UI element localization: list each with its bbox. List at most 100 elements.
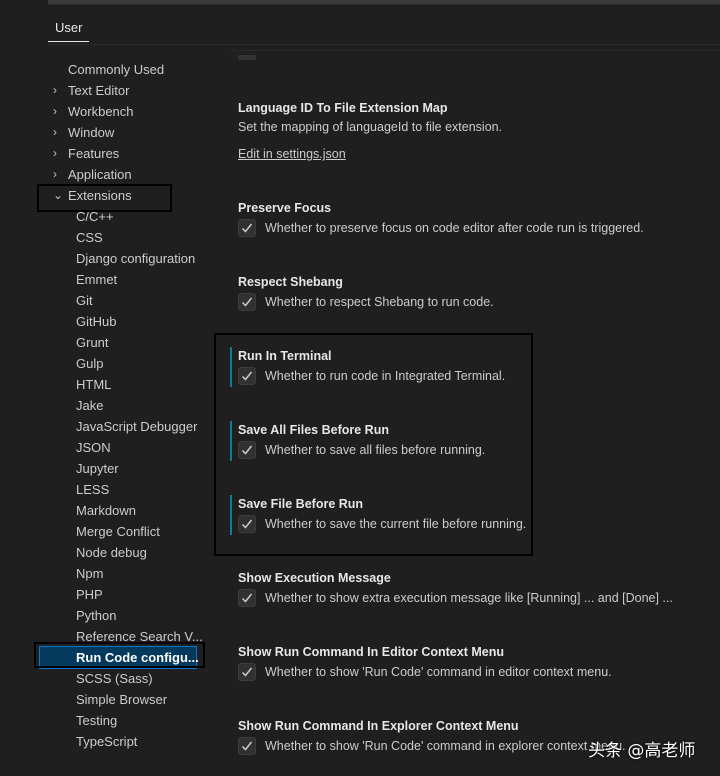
sidebar-item-label: Testing bbox=[76, 713, 118, 728]
setting-row: Whether to respect Shebang to run code. bbox=[238, 291, 708, 313]
setting-title: Language ID To File Extension Map bbox=[238, 101, 448, 115]
setting-show-execution-message: Show Execution Message Whether to show ex… bbox=[238, 569, 708, 609]
sidebar-ext-javascript-debugger[interactable]: JavaScript Debugger bbox=[40, 416, 210, 437]
setting-title: Preserve Focus bbox=[238, 201, 332, 215]
check-icon bbox=[241, 519, 253, 529]
setting-title: Respect Shebang bbox=[238, 275, 343, 289]
sidebar-item-label: Simple Browser bbox=[76, 692, 168, 707]
sidebar-item-workbench[interactable]: › Workbench bbox=[40, 101, 210, 122]
setting-row: Whether to save the current file before … bbox=[238, 513, 708, 535]
modified-indicator bbox=[230, 347, 232, 387]
check-icon bbox=[241, 445, 253, 455]
chevron-right-icon: › bbox=[53, 146, 57, 160]
setting-description: Whether to show 'Run Code' command in ed… bbox=[265, 665, 612, 679]
watermark: 头条 @高老师 bbox=[588, 741, 696, 761]
setting-description: Whether to show extra execution message … bbox=[265, 591, 673, 605]
sidebar-ext-grunt[interactable]: Grunt bbox=[40, 332, 210, 353]
checkbox-save-file-before-run[interactable] bbox=[238, 515, 256, 533]
sidebar-item-label: Merge Conflict bbox=[76, 524, 160, 539]
sidebar-ext-c-c[interactable]: C/C++ bbox=[40, 206, 210, 227]
edit-in-settings-json-link[interactable]: Edit in settings.json bbox=[238, 147, 346, 161]
checkbox-partial bbox=[238, 55, 256, 60]
sidebar-ext-css[interactable]: CSS bbox=[40, 227, 210, 248]
sidebar-item-label: Run Code configu... bbox=[76, 650, 199, 665]
sidebar-ext-less[interactable]: LESS bbox=[40, 479, 210, 500]
sidebar-ext-jake[interactable]: Jake bbox=[40, 395, 210, 416]
sidebar-item-label: Text Editor bbox=[68, 83, 130, 98]
setting-description: Whether to show 'Run Code' command in ex… bbox=[265, 739, 626, 753]
sidebar-item-commonly-used[interactable]: Commonly Used bbox=[40, 59, 210, 80]
sidebar-ext-git[interactable]: Git bbox=[40, 290, 210, 311]
setting-show-run-command-in-editor-context-menu: Show Run Command In Editor Context Menu W… bbox=[238, 643, 708, 683]
settings-scope-tabs: User bbox=[48, 14, 720, 45]
sidebar-item-label: Django configuration bbox=[76, 251, 196, 266]
sidebar-ext-run-code-configu[interactable]: Run Code configu... bbox=[39, 646, 199, 669]
tab-user[interactable]: User bbox=[48, 20, 90, 42]
setting-row: Whether to save all files before running… bbox=[238, 439, 708, 461]
sidebar-item-label: Gulp bbox=[76, 356, 104, 371]
sidebar-ext-json[interactable]: JSON bbox=[40, 437, 210, 458]
sidebar-ext-merge-conflict[interactable]: Merge Conflict bbox=[40, 521, 210, 542]
sidebar-ext-jupyter[interactable]: Jupyter bbox=[40, 458, 210, 479]
sidebar-item-label: Emmet bbox=[76, 272, 118, 287]
sidebar-item-label: TypeScript bbox=[76, 734, 138, 749]
sidebar-item-label: Commonly Used bbox=[68, 62, 165, 77]
sidebar-item-label: Markdown bbox=[76, 503, 136, 518]
sidebar-item-label: Extensions bbox=[68, 188, 132, 203]
sidebar-ext-emmet[interactable]: Emmet bbox=[40, 269, 210, 290]
sidebar-ext-django-configuration[interactable]: Django configuration bbox=[40, 248, 210, 269]
sidebar-ext-php[interactable]: PHP bbox=[40, 584, 210, 605]
sidebar-ext-npm[interactable]: Npm bbox=[40, 563, 210, 584]
check-icon bbox=[241, 667, 253, 677]
setting-row: Whether to run code in Integrated Termin… bbox=[238, 365, 708, 387]
sidebar-item-label: Reference Search V... bbox=[76, 629, 203, 644]
chevron-right-icon: › bbox=[53, 167, 57, 181]
sidebar-item-label: PHP bbox=[76, 587, 103, 602]
sidebar-ext-gulp[interactable]: Gulp bbox=[40, 353, 210, 374]
sidebar-ext-scss-sass[interactable]: SCSS (Sass) bbox=[40, 668, 210, 689]
checkbox-preserve-focus[interactable] bbox=[238, 219, 256, 237]
sidebar-item-application[interactable]: › Application bbox=[40, 164, 210, 185]
modified-indicator bbox=[230, 421, 232, 461]
sidebar-item-label: Jake bbox=[76, 398, 104, 413]
sidebar-item-label: GitHub bbox=[76, 314, 117, 329]
sidebar-item-features[interactable]: › Features bbox=[40, 143, 210, 164]
checkbox-show-execution-message[interactable] bbox=[238, 589, 256, 607]
setting-respect-shebang: Respect Shebang Whether to respect Sheban… bbox=[238, 273, 708, 313]
sidebar-item-extensions[interactable]: ⌄ Extensions bbox=[40, 185, 210, 206]
chevron-right-icon: › bbox=[53, 125, 57, 139]
checkbox-show-run-command-in-explorer-context-menu[interactable] bbox=[238, 737, 256, 755]
setting-row: Whether to preserve focus on code editor… bbox=[238, 217, 708, 239]
setting-description: Set the mapping of languageId to file ex… bbox=[238, 120, 503, 134]
sidebar-ext-reference-search-v[interactable]: Reference Search V... bbox=[40, 626, 210, 647]
checkbox-save-all-files-before-run[interactable] bbox=[238, 441, 256, 459]
sidebar-ext-github[interactable]: GitHub bbox=[40, 311, 210, 332]
sidebar-item-window[interactable]: › Window bbox=[40, 122, 210, 143]
sidebar-item-label: C/C++ bbox=[76, 209, 114, 224]
sidebar-item-label: Application bbox=[68, 167, 132, 182]
check-icon bbox=[241, 371, 253, 381]
sidebar-item-label: Jupyter bbox=[76, 461, 119, 476]
sidebar-item-label: SCSS (Sass) bbox=[76, 671, 153, 686]
sidebar-item-label: HTML bbox=[76, 377, 112, 392]
checkbox-respect-shebang[interactable] bbox=[238, 293, 256, 311]
setting-row: Whether to show 'Run Code' command in ed… bbox=[238, 661, 708, 683]
checkbox-show-run-command-in-editor-context-menu[interactable] bbox=[238, 663, 256, 681]
sidebar-item-label: Grunt bbox=[76, 335, 109, 350]
sidebar-ext-markdown[interactable]: Markdown bbox=[40, 500, 210, 521]
settings-toc: Commonly Used › Text Editor › Workbench › Wind… bbox=[39, 59, 210, 752]
setting-save-file-before-run: Save File Before Run Whether to save the … bbox=[230, 495, 708, 535]
sidebar-item-text-editor[interactable]: › Text Editor bbox=[40, 80, 210, 101]
checkbox-run-in-terminal[interactable] bbox=[238, 367, 256, 385]
sidebar-ext-html[interactable]: HTML bbox=[40, 374, 210, 395]
setting-title: Save All Files Before Run bbox=[238, 423, 389, 437]
setting-description: Whether to respect Shebang to run code. bbox=[265, 295, 494, 309]
sidebar-ext-testing[interactable]: Testing bbox=[40, 710, 210, 731]
sidebar-item-label: Python bbox=[76, 608, 117, 623]
sidebar-ext-node-debug[interactable]: Node debug bbox=[40, 542, 210, 563]
sidebar-ext-typescript[interactable]: TypeScript bbox=[40, 731, 210, 752]
sidebar-ext-simple-browser[interactable]: Simple Browser bbox=[40, 689, 210, 710]
sidebar-ext-python[interactable]: Python bbox=[40, 605, 210, 626]
sidebar-item-label: Node debug bbox=[76, 545, 147, 560]
setting-title: Show Execution Message bbox=[238, 571, 391, 585]
